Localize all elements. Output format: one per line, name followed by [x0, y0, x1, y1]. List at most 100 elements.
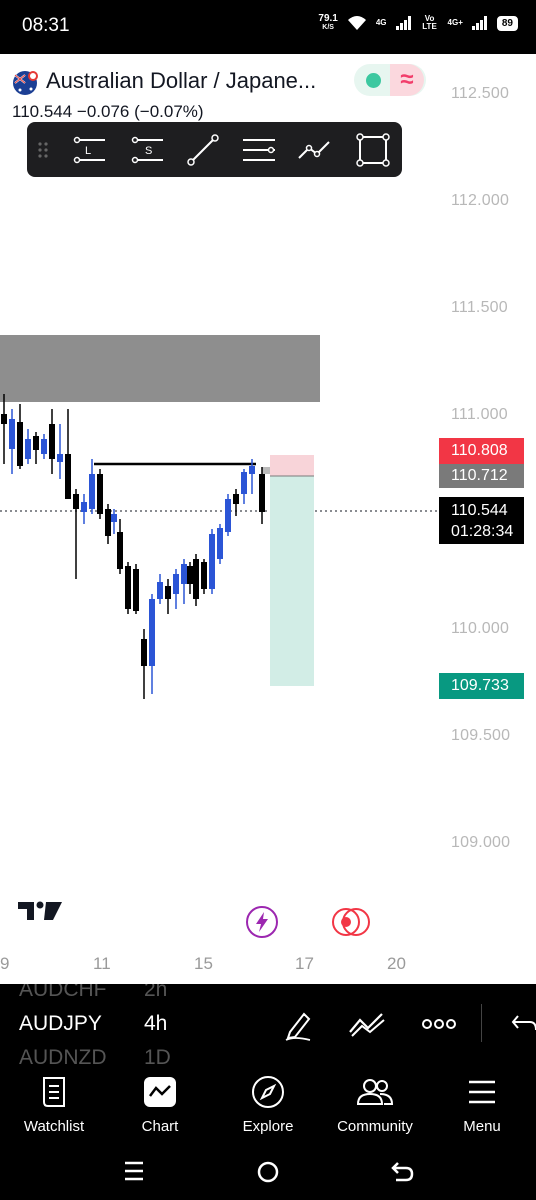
nav-community[interactable]: Community	[325, 1070, 425, 1135]
pen-icon[interactable]	[282, 1008, 314, 1042]
next-interval[interactable]: 1D	[144, 1046, 171, 1064]
rectangle-icon[interactable]	[355, 132, 391, 168]
candle-body	[1, 414, 7, 424]
network-speed-value: 79.1	[318, 13, 338, 24]
more-options-icon[interactable]	[422, 1018, 456, 1030]
nav-menu[interactable]: Menu	[432, 1070, 532, 1135]
australia-flag-icon	[13, 71, 38, 95]
path-icon[interactable]	[297, 132, 333, 168]
nav-watchlist[interactable]: Watchlist	[4, 1070, 104, 1135]
price-axis-label: 109.000	[451, 834, 511, 851]
tradingview-logo[interactable]	[16, 896, 64, 924]
date-axis-label: 11	[93, 954, 111, 973]
price-axis-label: 112.500	[451, 85, 510, 102]
candle-body	[249, 466, 255, 474]
bar-countdown: 01:28:34	[451, 523, 514, 540]
recent-apps-icon[interactable]	[123, 1160, 145, 1182]
next-symbol[interactable]: AUDNZD	[19, 1046, 107, 1064]
last-price-value: 110.544	[451, 502, 508, 519]
status-bar: 08:31 79.1 K/S 4G Vo LTE 4G+ 89	[0, 0, 536, 54]
candle-body	[33, 436, 39, 450]
back-icon[interactable]	[390, 1160, 414, 1182]
prev-symbol[interactable]: AUDCHF	[19, 984, 107, 1002]
wifi-icon	[347, 16, 366, 30]
date-axis-label: 9	[0, 954, 10, 973]
trend-line-icon[interactable]	[185, 132, 221, 168]
drawing-toolbar[interactable]: L S	[27, 122, 402, 177]
record-icon[interactable]	[330, 906, 372, 938]
price-axis-label: 110.000	[451, 620, 510, 637]
community-icon	[356, 1079, 394, 1105]
date-axis-label: 17	[295, 954, 314, 973]
candle-body	[157, 582, 163, 599]
last-price-tag[interactable]: 110.544 01:28:34	[439, 497, 524, 544]
watchlist-icon	[43, 1077, 65, 1107]
nav-explore-label: Explore	[242, 1118, 294, 1135]
symbol-title[interactable]: Australian Dollar / Japane...	[46, 68, 316, 94]
nav-watchlist-label: Watchlist	[23, 1118, 85, 1135]
signal-2-label: 4G+	[447, 18, 463, 27]
candle-body	[165, 586, 171, 599]
candle-body	[133, 569, 139, 611]
candle-body	[41, 439, 47, 454]
date-axis-label: 15	[194, 954, 213, 973]
parallel-lines-icon[interactable]	[241, 132, 277, 168]
entry-price-tag[interactable]: 110.712	[439, 464, 524, 488]
current-symbol[interactable]: AUDJPY	[19, 1012, 102, 1036]
candle-body	[233, 494, 239, 504]
nav-chart-label: Chart	[141, 1118, 179, 1135]
position-handle[interactable]	[262, 467, 270, 474]
market-status-pill[interactable]: ≈	[354, 64, 426, 96]
signal-2-icon	[471, 16, 487, 30]
battery-indicator: 89	[496, 15, 518, 31]
reward-zone[interactable]	[270, 476, 314, 686]
current-interval[interactable]: 4h	[144, 1012, 167, 1036]
candle-body	[225, 499, 231, 532]
bottom-navigation[interactable]: Watchlist Chart Explore Community Menu	[0, 1064, 536, 1142]
nav-chart[interactable]: Chart	[110, 1070, 210, 1135]
candle-body	[57, 454, 63, 462]
network-speed: 79.1 K/S	[318, 14, 337, 32]
signal-1-label: 4G	[375, 18, 387, 27]
nav-explore[interactable]: Explore	[218, 1070, 318, 1135]
candle-body	[259, 474, 265, 512]
horizontal-line-L-icon[interactable]: L	[71, 132, 107, 168]
risk-zone[interactable]	[270, 455, 314, 476]
candle-body	[241, 472, 247, 494]
candle-body	[105, 509, 111, 536]
lightning-icon[interactable]	[246, 906, 278, 938]
price-axis-label: 111.500	[451, 299, 508, 316]
candle-body	[17, 422, 23, 466]
stop-price-tag[interactable]: 110.808	[439, 438, 524, 464]
symbol-interval-bar[interactable]: AUDCHF 2h AUDJPY 4h AUDNZD 1D	[0, 984, 536, 1064]
status-time: 08:31	[22, 15, 70, 36]
system-navigation-bar[interactable]	[0, 1142, 536, 1200]
symbol-quote: 110.544 −0.076 (−0.07%)	[12, 102, 204, 121]
chart-area[interactable]: 112.500 112.000 111.500 111.000 110.000 …	[0, 54, 536, 984]
candle-body	[97, 474, 103, 514]
prev-interval[interactable]: 2h	[144, 984, 167, 1002]
candles-group	[1, 394, 265, 699]
indicators-icon[interactable]	[348, 1010, 386, 1038]
compass-icon	[252, 1076, 284, 1108]
signal-1-icon	[395, 16, 411, 30]
horizontal-line-S-icon[interactable]: S	[129, 132, 165, 168]
candle-body	[201, 562, 207, 589]
nav-community-label: Community	[337, 1118, 413, 1135]
divider	[481, 1004, 482, 1042]
candle-body	[141, 639, 147, 666]
market-open-icon	[366, 73, 381, 88]
candle-body	[117, 532, 123, 569]
drag-handle-icon[interactable]	[33, 132, 53, 168]
supply-zone-rectangle[interactable]	[0, 335, 320, 402]
candle-body	[149, 599, 155, 666]
home-icon[interactable]	[256, 1160, 280, 1184]
menu-icon	[469, 1080, 495, 1104]
undo-icon[interactable]	[510, 1012, 536, 1036]
volte-label: Vo LTE	[422, 14, 437, 31]
candle-body	[25, 439, 31, 459]
svg-text:L: L	[85, 145, 91, 157]
candle-body	[89, 474, 95, 509]
target-price-tag[interactable]: 109.733	[439, 673, 524, 699]
date-axis-label: 20	[387, 954, 406, 973]
